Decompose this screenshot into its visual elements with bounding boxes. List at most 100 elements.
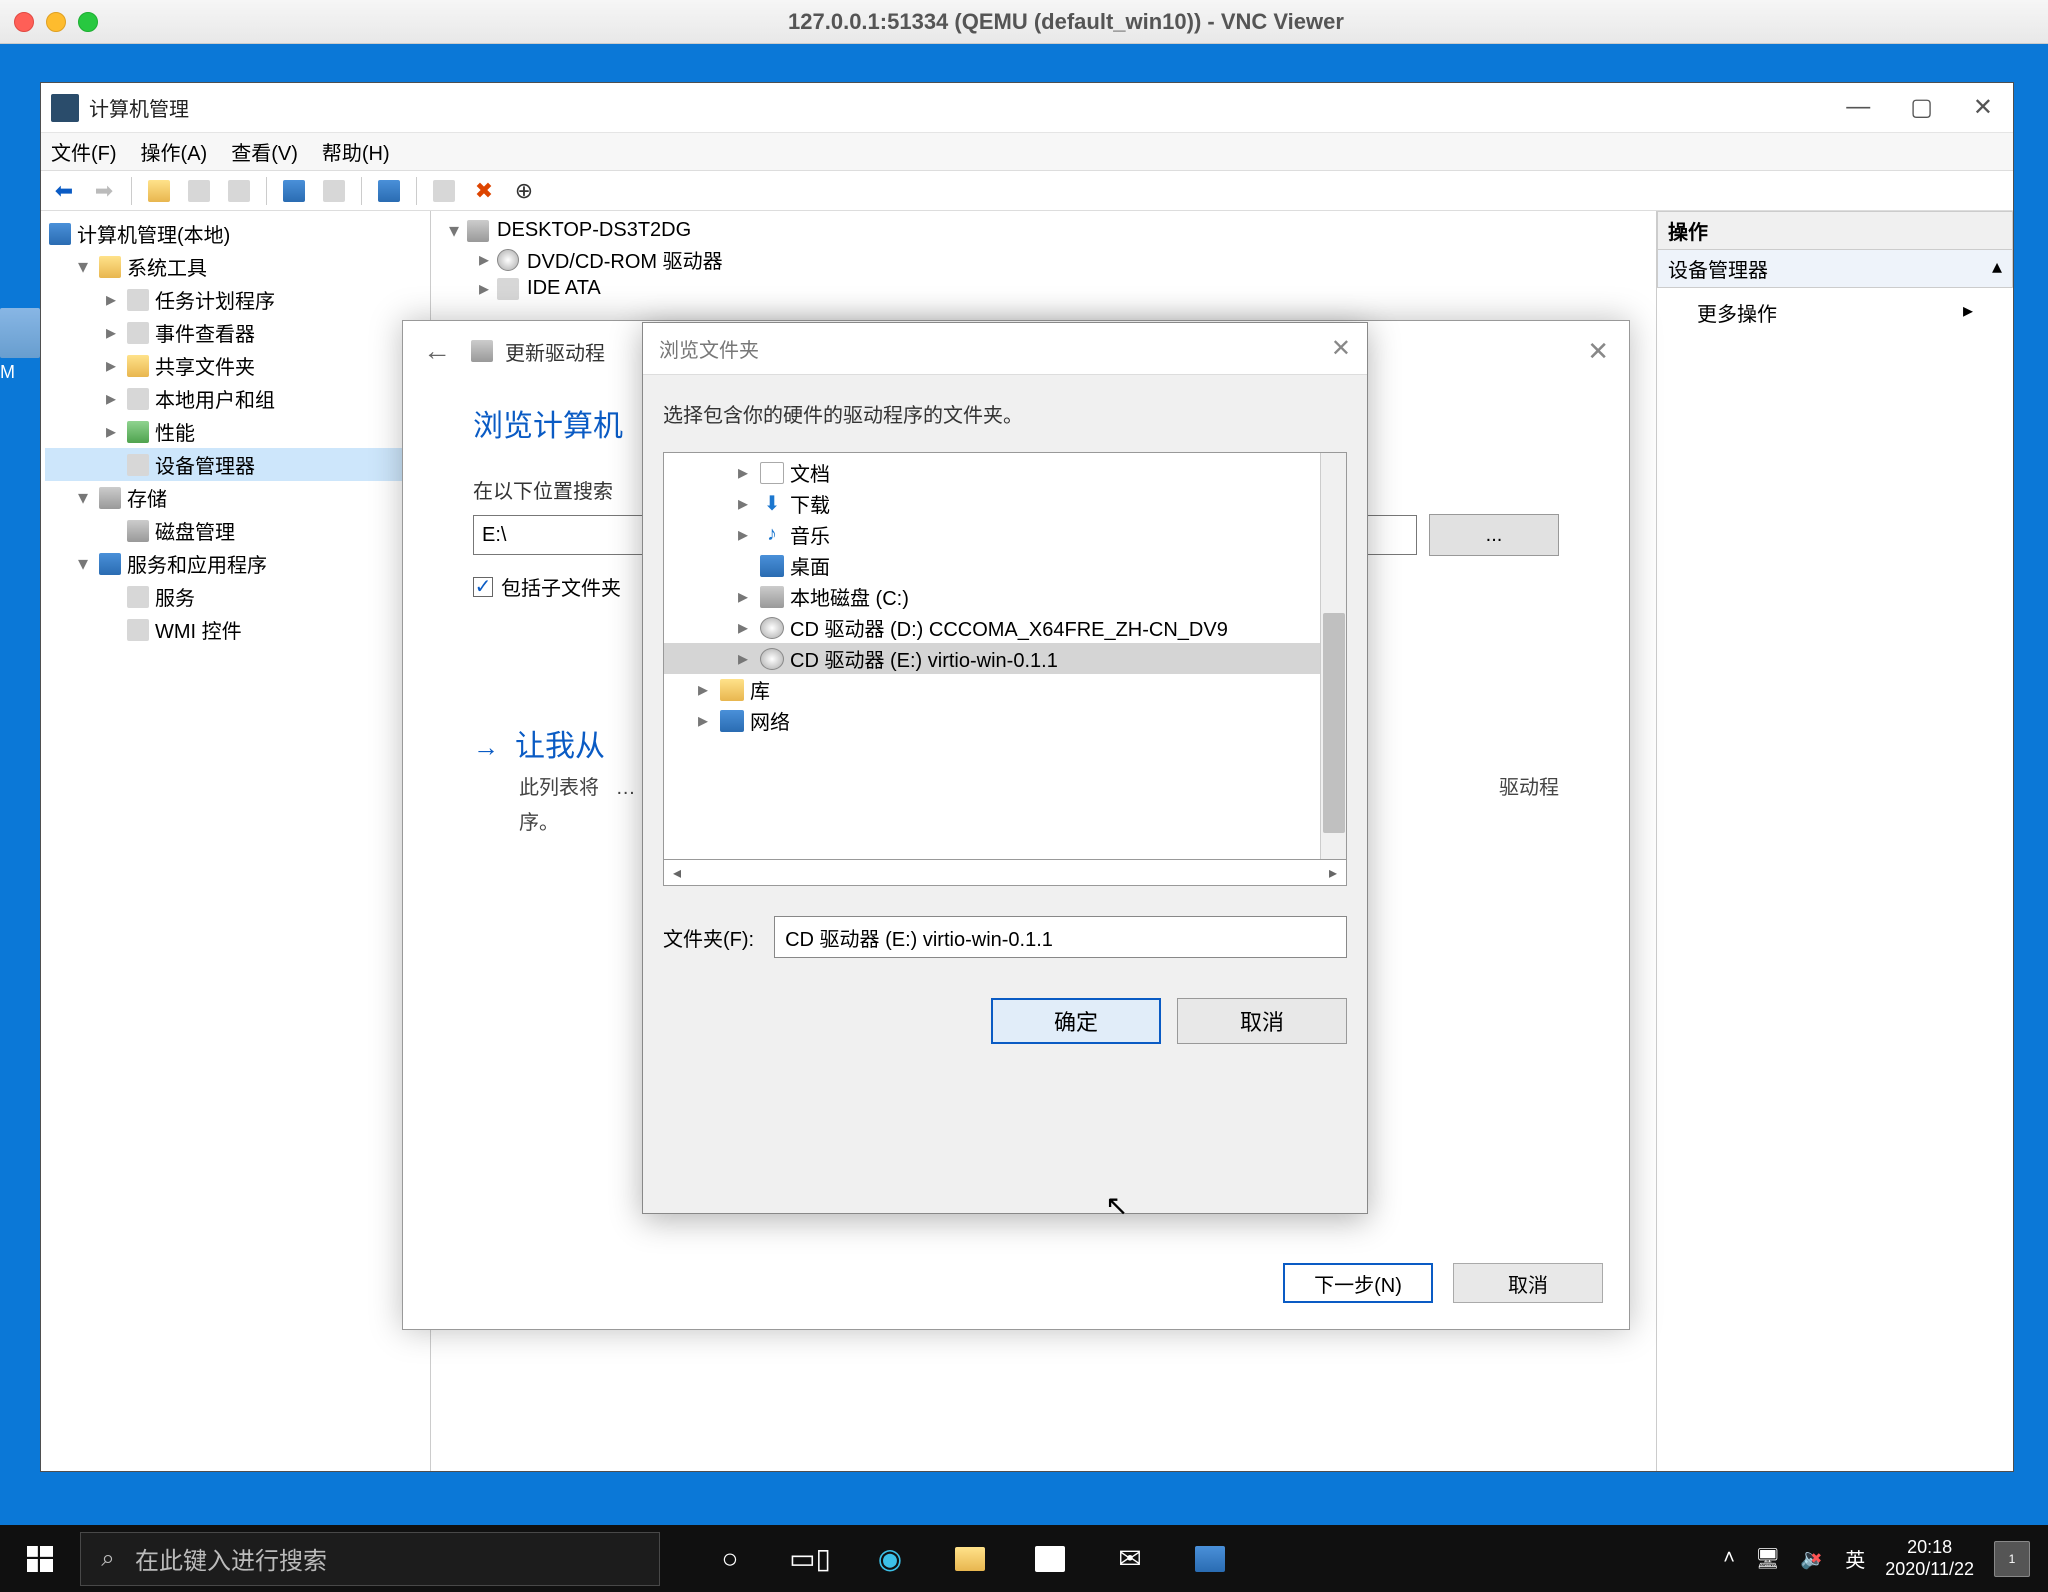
tree-item-network[interactable]: ▸ 网络 [664, 705, 1346, 736]
taskbar-mail-icon[interactable]: ✉ [1090, 1525, 1170, 1592]
taskbar-cortana-icon[interactable]: ○ [690, 1525, 770, 1592]
toolbar-properties-icon[interactable] [182, 174, 216, 208]
cmgmt-tree-pane[interactable]: 计算机管理(本地) ▾ 系统工具 ▸ 任务计划程序 ▸ 事件查看器 [41, 211, 431, 1471]
tree-services[interactable]: 服务 [45, 580, 426, 613]
tray-overflow-icon[interactable]: ˄ [1723, 1547, 1735, 1570]
toolbar-help-icon[interactable] [277, 174, 311, 208]
start-button[interactable] [0, 1525, 80, 1592]
menu-action[interactable]: 操作(A) [141, 137, 208, 166]
tree-item-cd-d[interactable]: ▸ CD 驱动器 (D:) CCCOMA_X64FRE_ZH-CN_DV9 [664, 612, 1346, 643]
browse-folder-input[interactable]: CD 驱动器 (E:) virtio-win-0.1.1 [774, 916, 1347, 958]
vnc-titlebar: 127.0.0.1:51334 (QEMU (default_win10)) -… [0, 0, 2048, 44]
device-dvd[interactable]: ▸ DVD/CD-ROM 驱动器 [439, 244, 1648, 275]
desktop-icon-partial[interactable]: M [0, 308, 40, 398]
cmgmt-close-button[interactable]: ✕ [1973, 93, 1993, 122]
tray-volume-icon[interactable]: 🔈✖ [1800, 1546, 1825, 1571]
tree-system-tools[interactable]: ▾ 系统工具 [45, 250, 426, 283]
scroll-right-icon[interactable]: ▸ [1320, 863, 1346, 883]
taskbar-taskview-icon[interactable]: ▭▯ [770, 1525, 850, 1592]
toolbar-disable-icon[interactable]: ✖ [467, 174, 501, 208]
scrollbar-thumb[interactable] [1323, 613, 1345, 833]
tray-clock[interactable]: 20:18 2020/11/22 [1885, 1537, 1974, 1580]
tree-local-users[interactable]: ▸ 本地用户和组 [45, 382, 426, 415]
tree-performance[interactable]: ▸ 性能 [45, 415, 426, 448]
horizontal-scrollbar[interactable]: ◂ ▸ [663, 860, 1347, 886]
browse-titlebar[interactable]: 浏览文件夹 ✕ [643, 323, 1367, 375]
tree-disk-mgmt[interactable]: 磁盘管理 [45, 514, 426, 547]
toolbar-option-icon[interactable] [222, 174, 256, 208]
toolbar-update-icon[interactable]: ⊕ [507, 174, 541, 208]
tree-shared-folders-label: 共享文件夹 [155, 351, 255, 380]
taskbar-cmgmt-icon[interactable] [1170, 1525, 1250, 1592]
taskbar-edge-icon[interactable]: ◉ [850, 1525, 930, 1592]
actions-category[interactable]: 设备管理器 ▴ [1657, 250, 2013, 288]
cmgmt-minimize-button[interactable]: — [1846, 93, 1870, 122]
services-apps-icon [99, 553, 121, 575]
tree-root[interactable]: 计算机管理(本地) [45, 217, 426, 250]
tree-item-downloads-label: 下载 [790, 489, 830, 518]
tray-network-icon[interactable]: 🖥 [1755, 1546, 1780, 1571]
tree-event-viewer[interactable]: ▸ 事件查看器 [45, 316, 426, 349]
tree-device-manager[interactable]: 设备管理器 [45, 448, 426, 481]
wizard-next-button[interactable]: 下一步(N) [1283, 1263, 1433, 1303]
tree-storage[interactable]: ▾ 存储 [45, 481, 426, 514]
device-host[interactable]: ▾ DESKTOP-DS3T2DG [439, 217, 1648, 244]
tree-event-viewer-label: 事件查看器 [155, 318, 255, 347]
taskbar-search[interactable]: ⌕ 在此键入进行搜索 [80, 1532, 660, 1586]
windows-desktop: M 计算机管理 — ▢ ✕ 文件(F) 操作(A) 查看(V) 帮助(H) ⬅ [0, 44, 2048, 1592]
include-subfolders-checkbox[interactable]: ✓ [473, 577, 493, 597]
menu-help[interactable]: 帮助(H) [322, 137, 390, 166]
wizard-cancel-button[interactable]: 取消 [1453, 1263, 1603, 1303]
tree-item-desktop[interactable]: 桌面 [664, 550, 1346, 581]
mac-close-button[interactable] [14, 12, 34, 32]
tree-item-local-disk-c[interactable]: ▸ 本地磁盘 (C:) [664, 581, 1346, 612]
actions-category-label: 设备管理器 [1668, 254, 1768, 283]
mac-maximize-button[interactable] [78, 12, 98, 32]
tree-task-scheduler[interactable]: ▸ 任务计划程序 [45, 283, 426, 316]
mac-minimize-button[interactable] [46, 12, 66, 32]
tree-shared-folders[interactable]: ▸ 共享文件夹 [45, 349, 426, 382]
vertical-scrollbar[interactable] [1320, 453, 1346, 859]
let-me-pick-title: 让我从 [515, 730, 605, 763]
cmgmt-maximize-button[interactable]: ▢ [1910, 93, 1933, 122]
tree-root-label: 计算机管理(本地) [77, 219, 230, 248]
wizard-back-button[interactable]: ← [423, 335, 451, 367]
browse-close-button[interactable]: ✕ [1331, 334, 1351, 363]
toolbar-view-icon[interactable] [317, 174, 351, 208]
device-ide[interactable]: ▸ IDE ATA [439, 275, 1648, 302]
toolbar-folder-up-icon[interactable] [142, 174, 176, 208]
device-host-label: DESKTOP-DS3T2DG [497, 219, 691, 242]
scroll-left-icon[interactable]: ◂ [664, 863, 690, 883]
tree-system-tools-label: 系统工具 [127, 252, 207, 281]
browse-folder-tree[interactable]: ▸ 文档 ▸⬇ 下载 ▸♪ 音乐 桌面 [663, 452, 1347, 860]
browse-ok-button[interactable]: 确定 [991, 998, 1161, 1044]
menu-view[interactable]: 查看(V) [231, 137, 298, 166]
let-me-pick-desc-2: 驱动程 [1499, 771, 1559, 800]
toolbar-monitor-icon[interactable] [372, 174, 406, 208]
tray-ime[interactable]: 英 [1845, 1544, 1865, 1573]
computer-icon [467, 220, 489, 242]
tree-wmi[interactable]: WMI 控件 [45, 613, 426, 646]
wizard-browse-button[interactable]: ... [1429, 514, 1559, 556]
taskbar-explorer-icon[interactable] [930, 1525, 1010, 1592]
wizard-close-button[interactable]: ✕ [1587, 336, 1609, 367]
tree-item-downloads[interactable]: ▸⬇ 下载 [664, 488, 1346, 519]
cmgmt-titlebar[interactable]: 计算机管理 — ▢ ✕ [41, 83, 2013, 133]
document-icon [760, 462, 784, 484]
recycle-bin-icon [0, 308, 40, 358]
tree-item-documents[interactable]: ▸ 文档 [664, 457, 1346, 488]
tree-performance-label: 性能 [155, 417, 195, 446]
tree-item-cd-e[interactable]: ▸ CD 驱动器 (E:) virtio-win-0.1.1 [664, 643, 1346, 674]
actions-more-label: 更多操作 [1697, 298, 1777, 327]
toolbar-back-icon[interactable]: ⬅ [47, 174, 81, 208]
tree-item-libraries[interactable]: ▸ 库 [664, 674, 1346, 705]
toolbar-scan-icon[interactable] [427, 174, 461, 208]
tray-notifications-icon[interactable]: 1 [1994, 1541, 2030, 1577]
taskbar-store-icon[interactable] [1010, 1525, 1090, 1592]
tree-services-apps[interactable]: ▾ 服务和应用程序 [45, 547, 426, 580]
tree-item-network-label: 网络 [750, 706, 790, 735]
menu-file[interactable]: 文件(F) [51, 137, 117, 166]
tree-item-music[interactable]: ▸♪ 音乐 [664, 519, 1346, 550]
browse-cancel-button[interactable]: 取消 [1177, 998, 1347, 1044]
actions-more[interactable]: 更多操作 ▸ [1657, 288, 2013, 337]
